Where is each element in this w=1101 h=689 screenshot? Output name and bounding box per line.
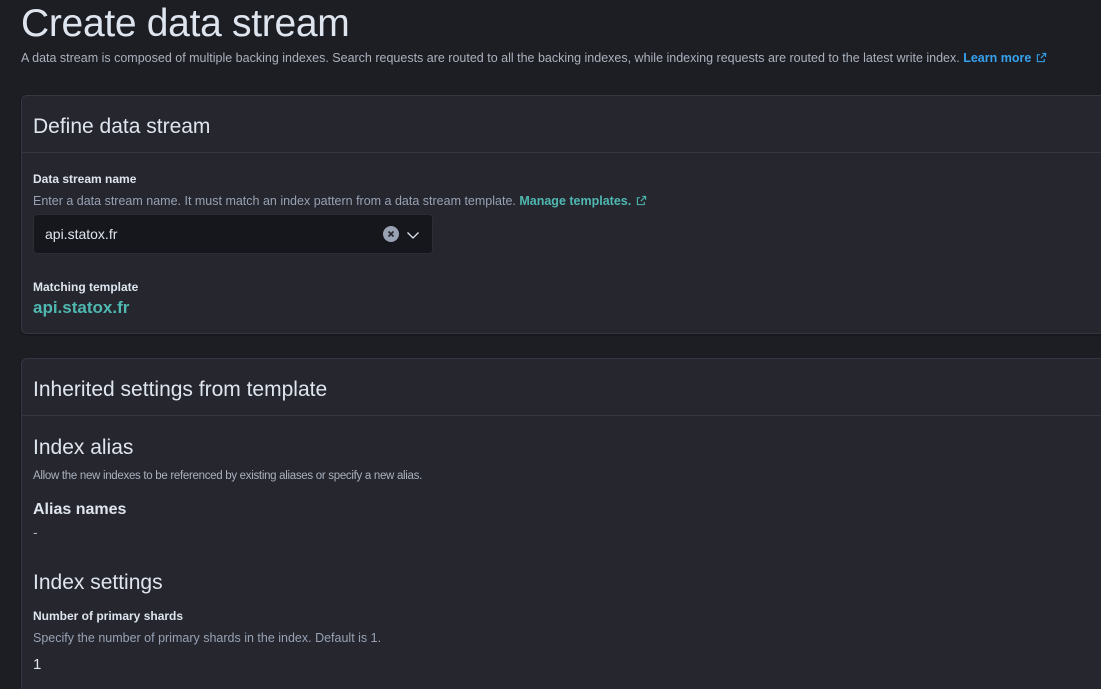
manage-templates-link[interactable]: Manage templates. (519, 194, 647, 208)
primary-shards-help: Specify the number of primary shards in … (33, 631, 382, 645)
chevron-down-icon[interactable] (405, 227, 421, 243)
define-panel-header: Define data stream (22, 96, 1101, 153)
primary-shards-label: Number of primary shards (33, 609, 184, 623)
data-stream-name-combobox[interactable]: api.statox.fr (33, 214, 433, 254)
page-description: A data stream is composed of multiple ba… (21, 51, 1047, 65)
inherited-panel-title: Inherited settings from template (33, 378, 328, 401)
page-description-text: A data stream is composed of multiple ba… (21, 51, 960, 65)
clear-icon[interactable] (383, 226, 399, 242)
primary-shards-value: 1 (33, 656, 42, 673)
data-stream-name-value[interactable]: api.statox.fr (45, 226, 117, 242)
matching-template-label: Matching template (33, 280, 139, 294)
index-settings-title: Index settings (33, 571, 163, 594)
create-data-stream-page: Create data stream A data stream is comp… (0, 0, 1101, 689)
external-link-icon (637, 195, 647, 206)
matching-template-link[interactable]: api.statox.fr (33, 298, 129, 318)
learn-more-link[interactable]: Learn more (963, 51, 1047, 65)
index-alias-title: Index alias (33, 436, 134, 459)
learn-more-label: Learn more (963, 51, 1032, 65)
define-panel-title: Define data stream (33, 115, 211, 138)
manage-templates-label: Manage templates. (519, 194, 632, 208)
data-stream-name-help-text: Enter a data stream name. It must match … (33, 194, 516, 208)
inherited-panel-header: Inherited settings from template (22, 359, 1101, 416)
data-stream-name-help: Enter a data stream name. It must match … (33, 194, 647, 208)
page-title: Create data stream (21, 2, 350, 45)
inherited-settings-panel: Inherited settings from template Index a… (21, 358, 1101, 689)
external-link-icon (1037, 52, 1047, 63)
define-data-stream-panel: Define data stream Data stream name Ente… (21, 95, 1101, 334)
alias-names-value: - (33, 524, 38, 540)
index-alias-description: Allow the new indexes to be referenced b… (33, 470, 422, 482)
alias-names-label: Alias names (33, 501, 127, 518)
data-stream-name-label: Data stream name (33, 172, 137, 186)
